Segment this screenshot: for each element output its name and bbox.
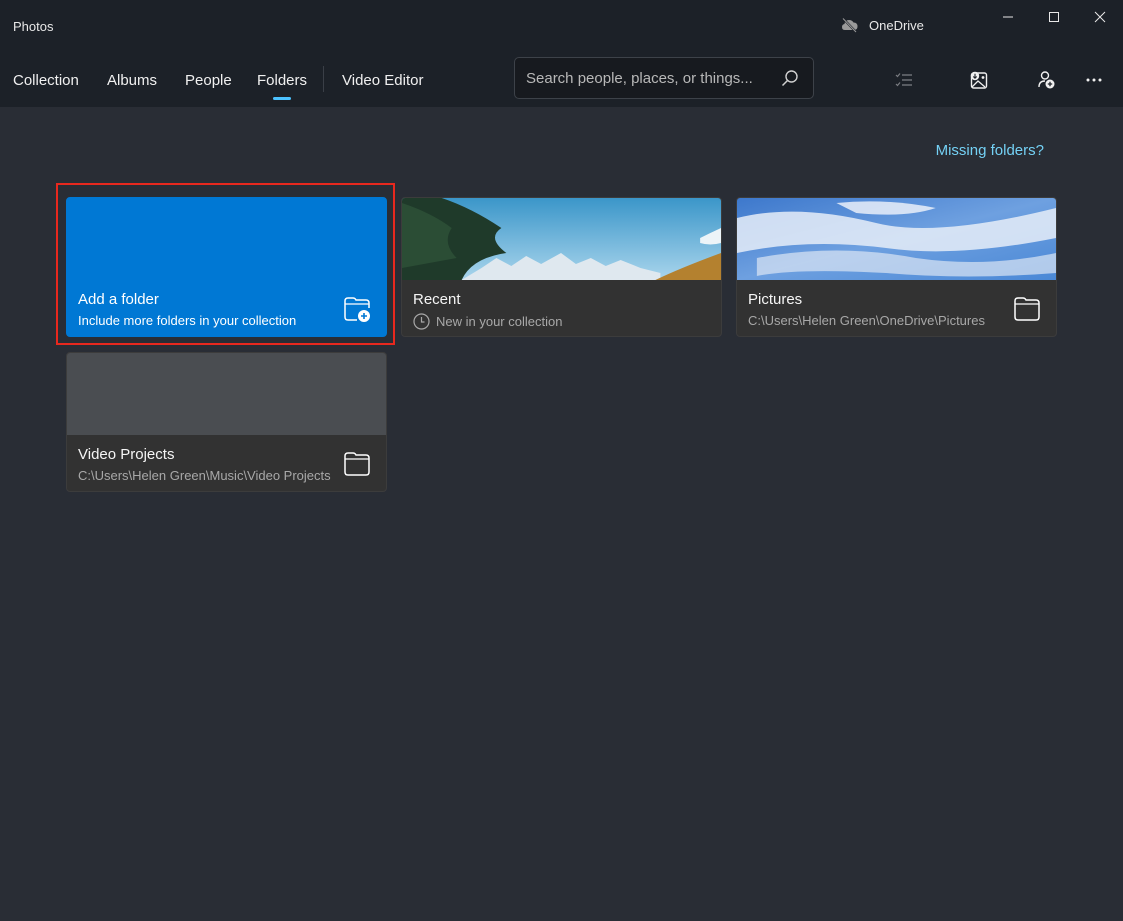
card-subtitle: C:\Users\Helen Green\Music\Video Project… <box>78 468 331 483</box>
close-button[interactable] <box>1077 6 1123 28</box>
missing-folders-link[interactable]: Missing folders? <box>936 142 1044 159</box>
minimize-icon <box>1003 16 1013 18</box>
video-projects-card[interactable]: Video Projects C:\Users\Helen Green\Musi… <box>66 352 387 492</box>
search-input[interactable] <box>526 69 766 87</box>
tab-folders[interactable]: Folders <box>257 60 307 104</box>
video-projects-thumbnail <box>67 353 386 435</box>
card-title: Add a folder <box>78 291 159 308</box>
maximize-button[interactable] <box>1031 6 1077 28</box>
folder-icon <box>1014 297 1040 321</box>
clock-icon <box>413 313 430 330</box>
card-title: Recent <box>413 291 461 308</box>
add-folder-card[interactable]: Add a folder Include more folders in you… <box>66 197 387 337</box>
add-person-icon <box>1038 71 1055 89</box>
tab-people[interactable]: People <box>185 60 232 104</box>
card-subtitle: Include more folders in your collection <box>78 313 297 328</box>
onedrive-label: OneDrive <box>869 17 924 33</box>
pictures-card[interactable]: Pictures C:\Users\Helen Green\OneDrive\P… <box>736 197 1057 337</box>
recent-card[interactable]: Recent New in your collection <box>401 197 722 337</box>
card-subtitle: New in your collection <box>413 313 562 330</box>
add-person-button[interactable] <box>1032 66 1060 94</box>
search-box <box>514 57 814 99</box>
maximize-icon <box>1049 12 1059 22</box>
app-title: Photos <box>13 19 54 34</box>
more-options-icon <box>1086 78 1102 82</box>
pictures-thumbnail <box>737 198 1056 280</box>
search-icon[interactable] <box>781 69 799 87</box>
minimize-button[interactable] <box>985 6 1031 28</box>
more-options-button[interactable] <box>1080 66 1108 94</box>
tab-video-editor[interactable]: Video Editor <box>342 60 423 104</box>
import-image-icon <box>970 71 988 89</box>
tab-collection[interactable]: Collection <box>13 60 79 104</box>
select-button[interactable] <box>890 66 918 94</box>
active-tab-indicator <box>273 97 292 100</box>
onedrive-status[interactable]: OneDrive <box>841 17 924 33</box>
tab-albums[interactable]: Albums <box>107 60 157 104</box>
recent-thumbnail <box>402 198 721 280</box>
select-checklist-icon <box>895 73 912 87</box>
close-icon <box>1094 11 1106 23</box>
folder-icon <box>344 452 370 476</box>
card-title: Video Projects <box>78 446 175 463</box>
import-button[interactable] <box>965 66 993 94</box>
folder-add-icon <box>344 297 370 322</box>
cloud-off-icon <box>842 17 858 33</box>
nav-divider <box>323 66 324 92</box>
card-title: Pictures <box>748 291 803 308</box>
card-subtitle: C:\Users\Helen Green\OneDrive\Pictures <box>748 313 985 328</box>
